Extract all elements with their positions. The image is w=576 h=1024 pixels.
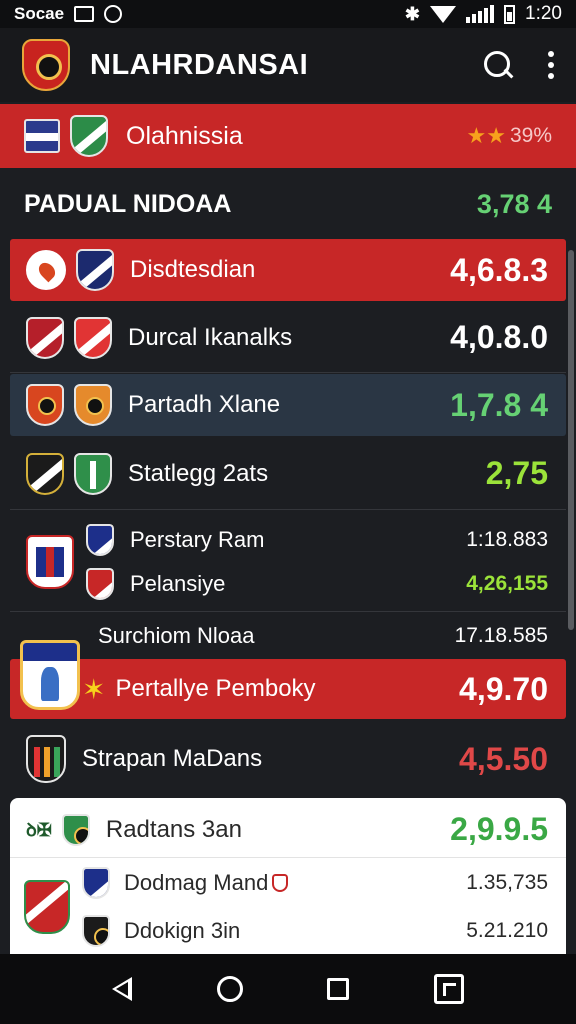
team-crest-icon: [82, 915, 110, 947]
list-item-group[interactable]: Perstary Ram 1:18.883 Pelansiye 4,26,155: [10, 512, 566, 612]
recent-apps-icon[interactable]: [327, 978, 350, 1000]
team-value: 1.35,735: [466, 871, 548, 894]
team-crest-icon: [82, 867, 110, 899]
team-value: 4,0.8.0: [450, 319, 548, 355]
team-name: Ddokign 3in: [124, 918, 241, 943]
list-item-group[interactable]: Dodmag Mand 1.35,735 Ddokign 3in 5.21.21…: [10, 860, 566, 954]
team-value: 4,6.8.3: [450, 251, 548, 288]
banner-label: Olahnissia: [126, 121, 243, 150]
list-item[interactable]: Durcal Ikanalks 4,0.8.0: [10, 303, 566, 373]
team-name: Surchiom Nloaa: [98, 623, 255, 648]
status-time: 1:20: [525, 3, 562, 24]
section-header: PADUAL NIDOAA 3,78 4: [0, 168, 576, 240]
team-name: Perstary Ram: [130, 526, 265, 552]
more-vert-icon[interactable]: [548, 51, 554, 79]
app-title: NLAHRDANSAI: [90, 48, 309, 81]
team-crest-icon: [76, 249, 114, 291]
leaf-crest-icon: [26, 250, 66, 290]
team-name: Disdtesdian: [130, 256, 256, 283]
section-title: PADUAL NIDOAA: [24, 189, 232, 218]
home-icon[interactable]: [216, 976, 243, 1002]
bluetooth-icon: ✱: [404, 3, 421, 24]
script-logo-icon: ꝺ✠: [26, 819, 52, 840]
team-name: Dodmag Mand: [124, 870, 269, 895]
star-rating-icon: ★★: [466, 123, 506, 148]
team-crest-icon: [61, 813, 90, 846]
team-value: 4,5.50: [459, 740, 548, 777]
team-crest-icon: [74, 452, 112, 495]
team-value: 2,75: [485, 455, 548, 491]
small-crest-icon: [272, 874, 289, 892]
star-burst-icon: ✶: [82, 673, 106, 705]
battery-icon: [504, 4, 516, 24]
scrollbar[interactable]: [568, 250, 574, 630]
search-icon[interactable]: [482, 49, 514, 81]
team-name: Pertallye Pemboky: [115, 675, 316, 702]
team-value: 5.21.210: [466, 919, 548, 942]
team-name: Pelansiye: [130, 570, 226, 596]
team-crest-icon: [24, 880, 70, 934]
team-name: Partadh Xlane: [128, 391, 281, 418]
status-left-text: Socae: [14, 4, 65, 23]
list-item[interactable]: ✶ Pertallye Pemboky 4,9.70: [10, 659, 566, 719]
list-item[interactable]: ꝺ✠ Radtans 3an 2,9.9.5: [10, 802, 566, 858]
featured-banner[interactable]: Olahnissia ★★ 39%: [0, 104, 576, 168]
team-value: 1:18.883: [466, 527, 548, 551]
system-nav-bar: [0, 954, 576, 1024]
back-icon[interactable]: [112, 977, 133, 1001]
list-item[interactable]: Strapan MaDans 4,5.50: [10, 722, 566, 796]
team-value: 17.18.585: [454, 624, 548, 647]
list-item[interactable]: Surchiom Nloaa 17.18.585: [10, 614, 566, 658]
team-name: Strapan MaDans: [82, 745, 263, 772]
signal-icon: [466, 5, 495, 23]
list-item[interactable]: Disdtesdian 4,6.8.3: [10, 239, 566, 301]
status-bar: Socae ✱ 1:20: [0, 0, 576, 28]
team-name: Radtans 3an: [105, 815, 242, 843]
list-item[interactable]: Partadh Xlane 1,7.8 4: [10, 374, 566, 436]
team-crest-icon: [26, 384, 64, 426]
team-crest-icon: [74, 384, 112, 426]
team-crest-icon: [74, 316, 112, 359]
light-card: ꝺ✠ Radtans 3an 2,9.9.5 Dodmag Mand 1.35,…: [10, 798, 566, 954]
banner-value: 39%: [509, 124, 552, 147]
team-crest-icon: [86, 523, 114, 556]
app-bar: NLAHRDANSAI: [0, 28, 576, 102]
team-value: 4,9.70: [459, 670, 548, 707]
large-team-crest-icon: [20, 640, 80, 710]
wifi-icon: [430, 5, 457, 23]
team-crest-icon: [70, 115, 108, 157]
sync-notification-icon: [104, 5, 123, 23]
team-crest-icon: [26, 316, 64, 359]
team-value: 1,7.8 4: [450, 386, 548, 423]
screenshot-icon[interactable]: [433, 974, 464, 1004]
team-name: Statlegg 2ats: [128, 459, 269, 487]
gallery-notification-icon: [74, 6, 95, 22]
team-value: 4,26,155: [466, 571, 548, 595]
team-value: 2,9.9.5: [450, 811, 548, 847]
club-crest-logo-icon: [22, 39, 70, 91]
team-name: Durcal Ikanalks: [128, 323, 293, 351]
flag-crest-icon: [24, 119, 60, 153]
section-value: 3,78 4: [476, 188, 552, 219]
team-crest-icon: [86, 567, 114, 600]
team-crest-icon: [26, 735, 66, 783]
team-crest-icon: [26, 452, 64, 495]
list-item[interactable]: Statlegg 2ats 2,75: [10, 438, 566, 510]
team-crest-icon: [26, 534, 74, 589]
